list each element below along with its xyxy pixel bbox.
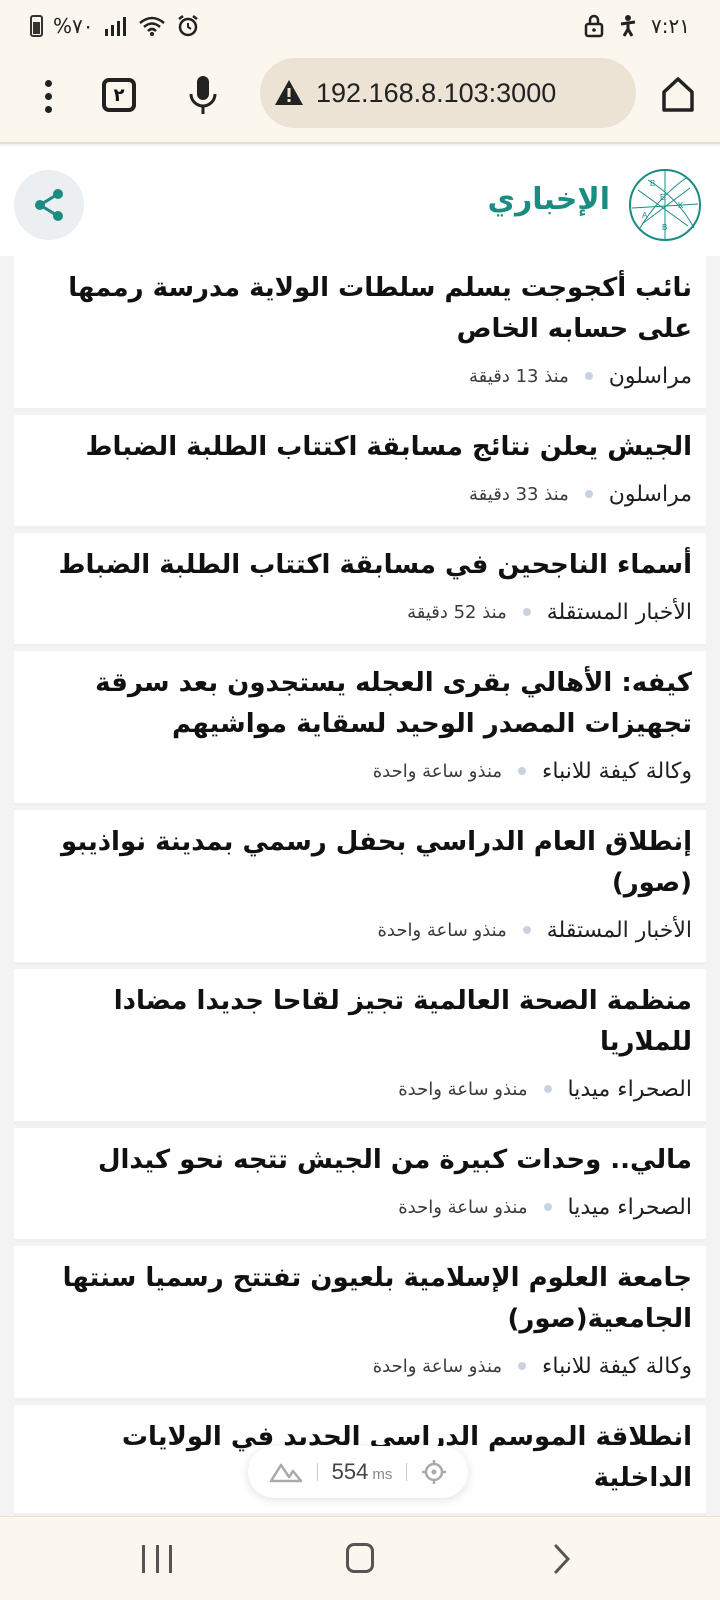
pill-divider — [406, 1463, 408, 1481]
article-time: منذ 52 دقيقة — [407, 601, 507, 623]
article-card[interactable]: إنطلاق العام الدراسي بحفل رسمي بمدينة نو… — [14, 810, 706, 965]
article-meta: وكالة كيفة للانباء منذو ساعة واحدة — [28, 753, 692, 789]
article-meta: الصحراء ميديا منذو ساعة واحدة — [28, 1189, 692, 1225]
mic-icon[interactable] — [186, 74, 220, 118]
battery-icon — [30, 15, 43, 37]
separator-dot — [518, 767, 527, 775]
status-left: %٧٠ — [30, 12, 200, 40]
article-card[interactable]: الجيش يعلن نتائج مسابقة اكتتاب الطلبة ال… — [14, 415, 706, 529]
address-bar[interactable]: 192.168.8.103:3000 — [260, 58, 636, 128]
article-card[interactable]: جامعة العلوم الإسلامية بلعيون تفتتح رسمي… — [14, 1246, 706, 1401]
article-title[interactable]: إنطلاق العام الدراسي بحفل رسمي بمدينة نو… — [28, 822, 692, 904]
article-meta: الصحراء ميديا منذو ساعة واحدة — [28, 1071, 692, 1107]
article-source: الصحراء ميديا — [567, 1194, 692, 1220]
browser-toolbar: ٢ 192.168.8.103:3000 — [0, 52, 720, 144]
article-source: الأخبار المستقلة — [546, 917, 692, 943]
home-icon[interactable] — [660, 74, 696, 114]
separator-dot — [522, 608, 531, 616]
perf-unit: ms — [372, 1466, 393, 1483]
lock-icon — [584, 14, 604, 38]
article-title[interactable]: منظمة الصحة العالمية تجيز لقاحا جديدا مض… — [28, 981, 692, 1063]
svg-text:E: E — [660, 193, 665, 202]
alarm-icon — [177, 15, 198, 37]
tab-count: ٢ — [113, 84, 125, 106]
separator-dot — [543, 1203, 552, 1211]
perf-value: 554 — [331, 1459, 369, 1484]
article-card[interactable]: منظمة الصحة العالمية تجيز لقاحا جديدا مض… — [14, 969, 706, 1124]
article-card[interactable]: مالي.. وحدات كبيرة من الجيش تتجه نحو كيد… — [14, 1128, 706, 1242]
battery-percent: %٧٠ — [53, 14, 94, 38]
clock: ٧:٢١ — [651, 14, 690, 38]
status-bar: %٧٠ ٧:٢١ — [0, 0, 720, 52]
separator-dot — [584, 490, 593, 498]
article-source: الأخبار المستقلة — [546, 599, 692, 625]
separator-dot — [522, 926, 531, 934]
back-icon[interactable] — [550, 1543, 574, 1575]
site-logo[interactable]: B E K A B — [628, 168, 702, 242]
article-title[interactable]: جامعة العلوم الإسلامية بلعيون تفتتح رسمي… — [28, 1258, 692, 1340]
article-meta: الأخبار المستقلة منذو ساعة واحدة — [28, 912, 692, 948]
site-header: B E K A B الإخباري — [0, 146, 720, 256]
mountain-icon[interactable] — [269, 1461, 303, 1483]
svg-text:B: B — [662, 223, 667, 232]
svg-text:A: A — [642, 211, 648, 220]
article-meta: الأخبار المستقلة منذ 52 دقيقة — [28, 594, 692, 630]
share-icon — [35, 189, 63, 221]
article-meta: وكالة كيفة للانباء منذو ساعة واحدة — [28, 1348, 692, 1384]
article-time: منذو ساعة واحدة — [377, 919, 507, 941]
article-title[interactable]: الجيش يعلن نتائج مسابقة اكتتاب الطلبة ال… — [28, 427, 692, 468]
article-card[interactable]: أسماء الناجحين في مسابقة اكتتاب الطلبة ا… — [14, 533, 706, 647]
pill-divider — [316, 1463, 318, 1481]
article-meta: مراسلون منذ 33 دقيقة — [28, 476, 692, 512]
svg-text:K: K — [678, 201, 684, 210]
status-right: ٧:٢١ — [583, 12, 690, 40]
article-source: وكالة كيفة للانباء — [542, 758, 692, 784]
article-card[interactable]: كيفه: الأهالي بقرى العجله يستجدون بعد سر… — [14, 651, 706, 806]
signal-icon — [104, 17, 126, 36]
news-feed: نائب أكجوجت يسلم سلطات الولاية مدرسة رمم… — [14, 256, 706, 1516]
perf-overlay[interactable]: 554 ms — [248, 1446, 468, 1498]
wifi-icon — [138, 16, 165, 36]
site-brand[interactable]: الإخباري — [487, 182, 610, 217]
more-vert-icon[interactable] — [34, 74, 62, 118]
article-time: منذو ساعة واحدة — [372, 760, 503, 782]
accessibility-icon — [620, 15, 636, 37]
separator-dot — [584, 372, 593, 380]
article-source: الصحراء ميديا — [567, 1076, 692, 1102]
url-text[interactable]: 192.168.8.103:3000 — [316, 78, 556, 109]
article-time: منذ 13 دقيقة — [469, 365, 569, 387]
article-title[interactable]: أسماء الناجحين في مسابقة اكتتاب الطلبة ا… — [28, 545, 692, 586]
perf-reading: 554 ms — [332, 1459, 393, 1485]
svg-text:B: B — [650, 179, 655, 188]
crosshair-icon[interactable] — [421, 1459, 447, 1485]
article-source: وكالة كيفة للانباء — [542, 1353, 692, 1379]
article-time: منذو ساعة واحدة — [398, 1078, 528, 1100]
warning-icon[interactable] — [274, 78, 304, 108]
article-source: مراسلون — [608, 363, 692, 389]
article-time: منذو ساعة واحدة — [398, 1196, 528, 1218]
article-source: مراسلون — [608, 481, 692, 507]
share-button[interactable] — [14, 170, 84, 240]
article-title[interactable]: نائب أكجوجت يسلم سلطات الولاية مدرسة رمم… — [28, 268, 692, 350]
article-card[interactable]: نائب أكجوجت يسلم سلطات الولاية مدرسة رمم… — [14, 256, 706, 411]
article-title[interactable]: كيفه: الأهالي بقرى العجله يستجدون بعد سر… — [28, 663, 692, 745]
system-nav-bar — [0, 1516, 720, 1600]
article-meta: مراسلون منذ 13 دقيقة — [28, 358, 692, 394]
home-icon[interactable] — [346, 1543, 374, 1573]
separator-dot — [543, 1085, 552, 1093]
tabs-button[interactable]: ٢ — [102, 78, 136, 112]
article-time: منذو ساعة واحدة — [372, 1355, 503, 1377]
recents-icon[interactable] — [142, 1545, 172, 1573]
article-title[interactable]: مالي.. وحدات كبيرة من الجيش تتجه نحو كيد… — [28, 1140, 692, 1181]
separator-dot — [518, 1362, 527, 1370]
article-time: منذ 33 دقيقة — [469, 483, 569, 505]
